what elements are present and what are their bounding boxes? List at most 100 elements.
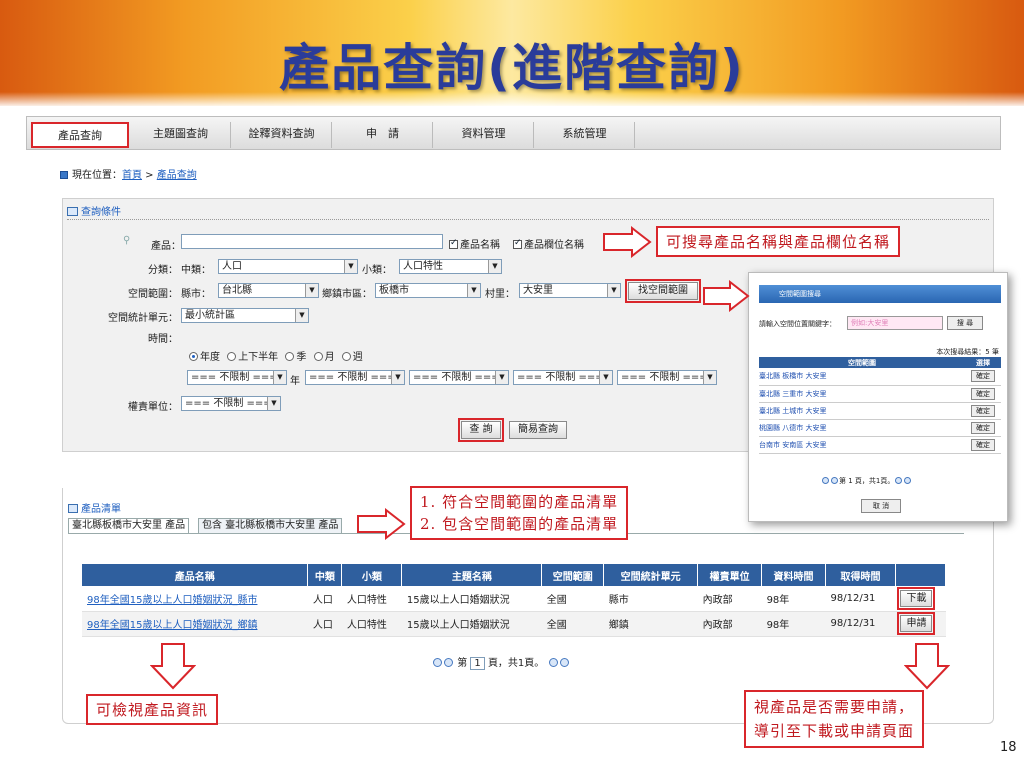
check-product-field[interactable]: 產品欄位名稱 xyxy=(513,236,584,251)
town-value: 板橋市 xyxy=(379,285,409,296)
product-link[interactable]: 98年全國15歲以上人口婚姻狀況_縣市 xyxy=(82,586,308,612)
query-button[interactable]: 查 詢 xyxy=(458,418,504,442)
arrow-down-icon xyxy=(904,643,950,690)
nav-tab-product-query[interactable]: 產品查詢 xyxy=(31,122,129,148)
time-granularity-radios: 年度 上下半年 季 月 週 xyxy=(189,348,363,363)
popup-cancel-button[interactable]: 取 消 xyxy=(861,499,901,513)
nav-tab-data-admin[interactable]: 資料管理 xyxy=(434,122,534,148)
cell-major: 人口 xyxy=(307,586,342,612)
nav-tab-theme-map[interactable]: 主題圖查詢 xyxy=(131,122,231,148)
next-page-icon[interactable] xyxy=(895,477,903,484)
county-select[interactable]: 台北縣 ▼ xyxy=(218,283,319,298)
pager-suffix: 頁，共1頁。 xyxy=(487,658,545,669)
breadcrumb-separator: > xyxy=(142,170,157,181)
radio-quarter[interactable] xyxy=(285,352,295,361)
callout-download-apply: 視產品是否需要申請， 導引至下載或申請頁面 xyxy=(744,690,925,748)
simple-query-button[interactable]: 簡易查詢 xyxy=(509,421,567,439)
popup-select-cell: 確定 xyxy=(965,385,1001,403)
nav-tab-system-admin[interactable]: 系統管理 xyxy=(535,122,635,148)
popup-row: 臺北縣 土城市 大安里 確定 xyxy=(759,402,1001,420)
chevron-down-icon: ▼ xyxy=(295,309,308,322)
popup-search-button[interactable]: 搜 尋 xyxy=(947,316,983,330)
first-page-icon[interactable] xyxy=(433,658,442,667)
popup-range-cell[interactable]: 臺北縣 三重市 大安里 xyxy=(759,385,965,403)
popup-range-cell[interactable]: 桃園縣 八德市 大安里 xyxy=(759,419,965,437)
breadcrumb-prefix: 現在位置： xyxy=(72,170,122,181)
confirm-button[interactable]: 確定 xyxy=(971,421,995,434)
popup-result-count: 本次搜尋結果：5 筆 xyxy=(936,348,999,356)
cell-data-time: 98年 xyxy=(761,586,826,612)
confirm-button[interactable]: 確定 xyxy=(971,387,995,400)
minor-category-select[interactable]: 人口特性 ▼ xyxy=(399,259,502,274)
popup-range-cell[interactable]: 台南市 安南區 大安里 xyxy=(759,436,965,454)
radio-month[interactable] xyxy=(313,352,323,361)
village-value: 大安里 xyxy=(523,285,553,296)
town-select[interactable]: 板橋市 ▼ xyxy=(375,283,481,298)
prev-page-icon[interactable] xyxy=(444,658,453,667)
major-category-select[interactable]: 人口 ▼ xyxy=(218,259,358,274)
product-link[interactable]: 98年全國15歲以上人口婚姻狀況_鄉鎮 xyxy=(82,611,308,637)
village-label: 村里： xyxy=(485,289,515,300)
col-space: 空間範圍 xyxy=(541,564,605,586)
chevron-down-icon: ▼ xyxy=(391,371,404,384)
town-label: 鄉鎮市區： xyxy=(322,289,372,300)
page-select[interactable]: 1 xyxy=(470,657,485,670)
radio-year[interactable] xyxy=(189,352,198,361)
time-select-2[interactable]: === 不限制 === ▼ xyxy=(305,370,405,385)
table-row: 98年全國15歲以上人口婚姻狀況_鄉鎮 人口 人口特性 15歲以上人口婚姻狀況 … xyxy=(82,611,946,637)
major-category-label: 中類： xyxy=(181,265,211,276)
time-select-4[interactable]: === 不限制 === ▼ xyxy=(513,370,613,385)
cell-space: 全國 xyxy=(541,586,604,612)
callout-search-fields: 可搜尋產品名稱與產品欄位名稱 xyxy=(656,226,901,257)
cell-space: 全國 xyxy=(541,611,604,637)
location-icon xyxy=(60,171,68,179)
query-panel-header: 查詢條件 xyxy=(67,203,121,218)
arrow-down-icon xyxy=(150,643,196,690)
apply-button[interactable]: 申請 xyxy=(897,612,936,635)
breadcrumb-current[interactable]: 產品查詢 xyxy=(157,170,197,181)
breadcrumb-home-link[interactable]: 首頁 xyxy=(122,170,142,181)
popup-range-cell[interactable]: 臺北縣 板橋市 大安里 xyxy=(759,368,965,386)
confirm-button[interactable]: 確定 xyxy=(971,438,995,451)
download-button[interactable]: 下載 xyxy=(897,586,936,610)
radio-month-label: 月 xyxy=(324,352,335,363)
popup-header: 空間範圍搜尋 xyxy=(759,285,1001,303)
confirm-button[interactable]: 確定 xyxy=(971,370,995,383)
village-select[interactable]: 大安里 ▼ xyxy=(519,283,621,298)
nav-tab-metadata[interactable]: 詮釋資料查詢 xyxy=(232,122,332,148)
confirm-button[interactable]: 確定 xyxy=(971,404,995,417)
popup-result-table: 空間範圍 選擇 臺北縣 板橋市 大安里 確定 臺北縣 三重市 大安里 確定 臺北縣 土… xyxy=(759,357,1001,454)
time-select-3[interactable]: === 不限制 === ▼ xyxy=(409,370,509,385)
first-page-icon[interactable] xyxy=(822,477,829,484)
radio-half-year[interactable] xyxy=(227,352,237,361)
popup-col-select: 選擇 xyxy=(965,357,1001,368)
radio-week-label: 週 xyxy=(352,352,363,363)
chevron-down-icon: ▼ xyxy=(607,284,620,297)
authority-select[interactable]: === 不限制 === ▼ xyxy=(181,396,281,411)
radio-week[interactable] xyxy=(341,352,351,361)
popup-select-cell: 確定 xyxy=(965,368,1001,386)
product-search-input[interactable] xyxy=(181,234,443,249)
time-start-select[interactable]: === 不限制 === ▼ xyxy=(187,370,287,385)
product-list-title: 產品清單 xyxy=(81,504,121,515)
chevron-down-icon: ▼ xyxy=(599,371,612,384)
find-space-range-button[interactable]: 找空間範圍 xyxy=(625,279,701,303)
checkbox-icon[interactable] xyxy=(513,238,522,249)
nav-tab-apply[interactable]: 申 請 xyxy=(333,122,433,148)
popup-keyword-input[interactable]: 例如:大安里 xyxy=(847,316,943,330)
time-select-5[interactable]: === 不限制 === ▼ xyxy=(617,370,717,385)
prev-page-icon[interactable] xyxy=(831,477,838,484)
tab-contain-products[interactable]: 包含 臺北縣板橋市大安里 產品 xyxy=(198,518,343,534)
check-product-name[interactable]: 產品名稱 xyxy=(449,236,500,251)
popup-range-cell[interactable]: 臺北縣 土城市 大安里 xyxy=(759,402,965,420)
next-page-icon[interactable] xyxy=(548,658,558,667)
last-page-icon[interactable] xyxy=(559,658,569,667)
popup-select-cell: 確定 xyxy=(965,402,1001,420)
popup-row: 臺北縣 板橋市 大安里 確定 xyxy=(759,368,1001,386)
last-page-icon[interactable] xyxy=(904,477,912,484)
stat-unit-select[interactable]: 最小統計區 ▼ xyxy=(181,308,309,323)
tab-match-products[interactable]: 臺北縣板橋市大安里 產品 xyxy=(68,518,190,534)
popup-pager-text: 第 1 頁，共1頁。 xyxy=(839,477,895,485)
space-search-popup: 空間範圍搜尋 請輸入空間位置關鍵字： 例如:大安里 搜 尋 本次搜尋結果：5 筆… xyxy=(748,272,1008,522)
checkbox-icon[interactable] xyxy=(449,238,458,249)
